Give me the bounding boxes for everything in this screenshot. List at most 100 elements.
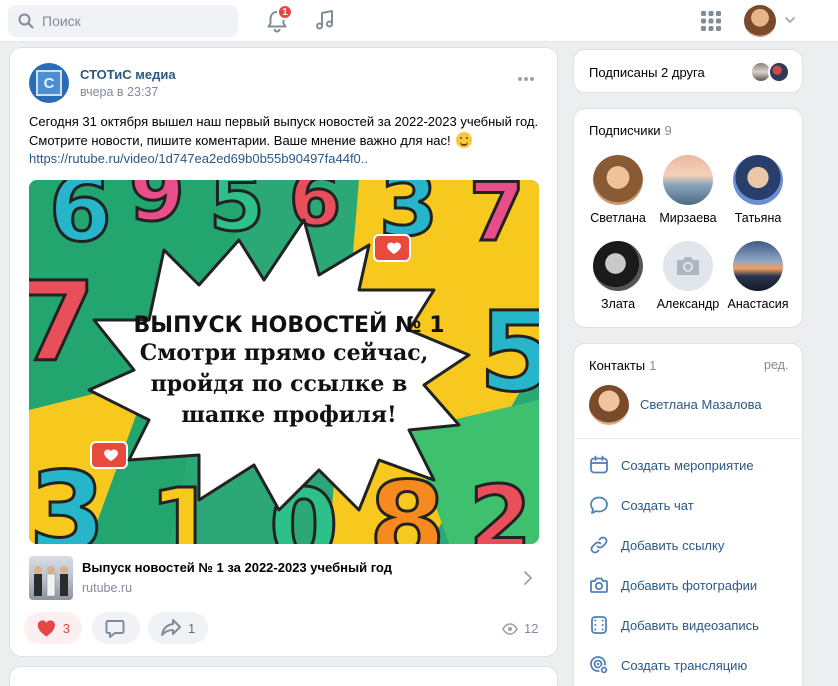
subscriber-name: Злата <box>600 297 636 311</box>
subscriber-item[interactable]: Александр <box>652 241 724 311</box>
post-card: C СТОТиС медиа вчера в 23:37 Сегодня 31 … <box>9 47 558 657</box>
avatar <box>593 241 643 291</box>
create-chat-button[interactable]: Создать чат <box>589 493 694 517</box>
subscriber-item[interactable]: Анастасия <box>722 241 794 311</box>
subscribers-label: Подписчики <box>589 123 661 138</box>
avatar <box>593 155 643 205</box>
community-logo-icon: C <box>36 70 62 96</box>
share-icon <box>161 619 181 636</box>
camera-icon <box>590 577 608 593</box>
next-post-card <box>9 666 558 686</box>
banner-line1: Смотри прямо сейчас, <box>140 340 429 366</box>
like-button[interactable]: 3 <box>24 612 82 644</box>
subscriber-name: Мирзаева <box>659 211 717 225</box>
camera-icon <box>677 257 699 275</box>
views-count: 12 <box>524 621 539 636</box>
post-time[interactable]: вчера в 23:37 <box>80 85 158 99</box>
add-photos-button[interactable]: Добавить фотографии <box>589 573 757 597</box>
divider <box>574 438 802 439</box>
search-icon <box>18 13 34 29</box>
avatar <box>733 155 783 205</box>
create-broadcast-button[interactable]: Создать трансляцию <box>589 653 747 677</box>
create-event-button[interactable]: Создать мероприятие <box>589 453 754 477</box>
more-icon[interactable] <box>517 76 535 82</box>
chevron-down-icon[interactable] <box>784 14 796 26</box>
svg-text:2: 2 <box>469 467 532 544</box>
contact-name[interactable]: Светлана Мазалова <box>640 397 762 412</box>
music-icon[interactable] <box>313 8 337 32</box>
calendar-icon <box>590 455 608 474</box>
add-link-button[interactable]: Добавить ссылку <box>589 533 724 557</box>
subscriber-item[interactable]: Светлана <box>582 155 654 225</box>
search-input[interactable]: Поиск <box>8 5 238 37</box>
snippet-domain: rutube.ru <box>82 581 133 595</box>
avatar[interactable] <box>744 5 776 37</box>
post-author[interactable]: СТОТиС медиа <box>80 67 176 82</box>
share-button[interactable]: 1 <box>148 612 208 644</box>
avatar-placeholder <box>663 241 713 291</box>
add-video-button[interactable]: Добавить видеозапись <box>589 613 759 637</box>
broadcast-icon <box>590 656 609 675</box>
edit-contacts-link[interactable]: ред. <box>764 358 788 372</box>
chat-icon <box>590 496 608 514</box>
views-counter: 12 <box>502 621 538 636</box>
subscriber-name: Александр <box>656 297 720 311</box>
friends-following-label: Подписаны 2 друга <box>589 65 705 80</box>
svg-text:5: 5 <box>209 180 265 249</box>
post-text: Сегодня 31 октября вышел наш первый выпу… <box>29 112 539 150</box>
menu-item-label: Создать мероприятие <box>621 457 754 473</box>
svg-text:7: 7 <box>29 258 96 386</box>
avatar <box>663 155 713 205</box>
menu-item-label: Создать чат <box>621 497 694 513</box>
notification-badge: 1 <box>277 4 293 20</box>
snippet-thumbnail <box>29 556 73 600</box>
menu-item-label: Добавить фотографии <box>621 577 758 593</box>
subscriber-item[interactable]: Злата <box>582 241 654 311</box>
video-icon <box>591 616 607 634</box>
news-banner-illustration: 6 9 5 6 3 7 7 5 3 1 0 8 2 ВЫПУСК НОВОСТЕ… <box>29 180 539 544</box>
search-placeholder: Поиск <box>42 13 81 29</box>
friends-following-card[interactable]: Подписаны 2 друга <box>573 49 803 93</box>
subscriber-name: Татьяна <box>734 211 782 225</box>
comment-icon <box>105 620 125 638</box>
post-image[interactable]: 6 9 5 6 3 7 7 5 3 1 0 8 2 ВЫПУСК НОВОСТЕ… <box>29 180 539 544</box>
heart-icon <box>37 620 55 637</box>
avatar[interactable] <box>589 385 629 425</box>
subscriber-name: Светлана <box>590 211 646 225</box>
apps-grid-icon[interactable] <box>700 10 722 32</box>
menu-item-label: Добавить видеозапись <box>621 617 759 633</box>
subscribers-title[interactable]: Подписчики 9 <box>589 123 672 138</box>
comment-button[interactable] <box>92 612 140 644</box>
link-snippet[interactable]: Выпуск новостей № 1 за 2022-2023 учебный… <box>29 556 539 602</box>
link-icon <box>590 536 608 554</box>
contacts-label: Контакты <box>589 358 646 373</box>
like-count: 3 <box>62 620 70 636</box>
contacts-count: 1 <box>649 358 657 373</box>
subscribers-card: Подписчики 9 Светлана Мирзаева Татьяна Зл… <box>573 108 803 328</box>
chevron-right-icon <box>524 571 533 585</box>
banner-line2: пройдя по ссылке в <box>151 371 408 397</box>
subscriber-name: Анастасия <box>727 297 789 311</box>
subscriber-item[interactable]: Мирзаева <box>652 155 724 225</box>
eye-icon <box>502 622 518 635</box>
menu-item-label: Добавить ссылку <box>621 537 725 553</box>
friend-avatar <box>768 61 790 83</box>
banner-line3: шапке профиля! <box>181 402 396 428</box>
banner-headline: ВЫПУСК НОВОСТЕЙ № 1 <box>134 312 445 338</box>
svg-text:5: 5 <box>479 288 539 416</box>
snippet-title: Выпуск новостей № 1 за 2022-2023 учебный… <box>82 560 392 575</box>
contacts-card: Контакты 1 ред. Светлана Мазалова Создать… <box>573 343 803 686</box>
post-link[interactable]: https://rutube.ru/video/1d747ea2ed69b0b5… <box>29 151 368 166</box>
top-bar: Поиск 1 <box>0 0 838 42</box>
svg-text:9: 9 <box>129 180 185 239</box>
share-count: 1 <box>188 620 196 636</box>
svg-text:6: 6 <box>49 180 112 262</box>
svg-text:7: 7 <box>469 180 525 259</box>
smile-emoji-icon <box>456 132 473 148</box>
menu-item-label: Создать трансляцию <box>621 657 748 673</box>
community-avatar[interactable]: C <box>29 63 69 103</box>
subscribers-count: 9 <box>664 123 672 138</box>
avatar <box>733 241 783 291</box>
subscriber-item[interactable]: Татьяна <box>722 155 794 225</box>
contacts-title[interactable]: Контакты 1 <box>589 358 656 373</box>
